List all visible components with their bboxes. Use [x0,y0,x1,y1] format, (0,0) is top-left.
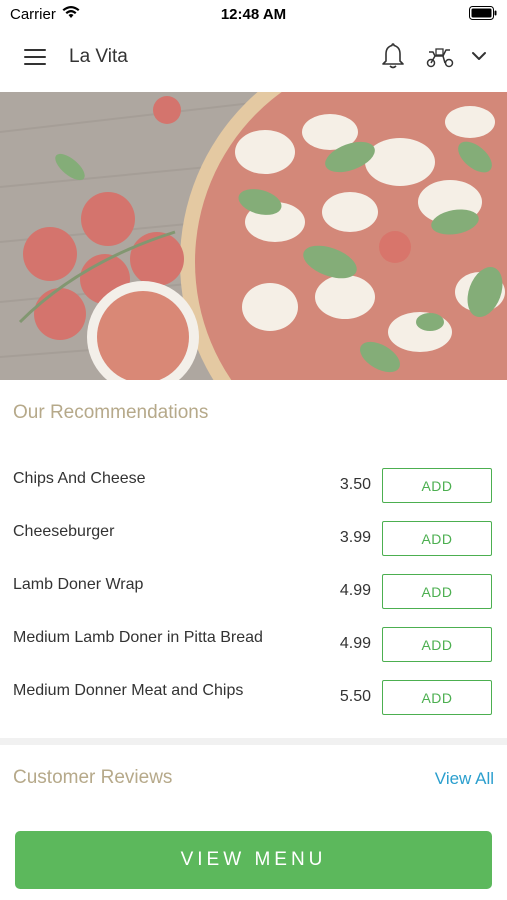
item-name: Medium Donner Meat and Chips [13,682,244,699]
app-title: La Vita [69,46,128,67]
list-item: Cheeseburger 3.99 ADD [0,515,507,568]
item-name: Cheeseburger [13,523,115,540]
item-name: Medium Lamb Doner in Pitta Bread [13,629,263,646]
scooter-icon[interactable] [425,46,455,68]
hero-image [0,92,507,380]
status-time: 12:48 AM [220,6,287,23]
add-button[interactable]: ADD [382,521,492,556]
chevron-down-icon[interactable] [471,50,487,62]
add-button[interactable]: ADD [382,574,492,609]
item-price: 5.50 [339,688,371,705]
add-button[interactable]: ADD [382,468,492,503]
battery-icon [469,6,497,20]
list-item: Medium Donner Meat and Chips 5.50 ADD [0,674,507,727]
app-bar: La Vita [0,28,507,92]
menu-icon[interactable] [24,49,46,67]
section-divider [0,738,507,745]
item-price: 3.50 [339,476,371,493]
reviews-title: Customer Reviews [13,767,173,788]
view-all-link[interactable]: View All [435,769,494,789]
add-button[interactable]: ADD [382,680,492,715]
status-bar: Carrier 12:48 AM [0,0,507,28]
item-price: 4.99 [339,582,371,599]
view-menu-button[interactable]: VIEW MENU [15,831,492,889]
pizza-illustration [0,92,507,380]
list-item: Lamb Doner Wrap 4.99 ADD [0,568,507,621]
item-price: 3.99 [339,529,371,546]
list-item: Chips And Cheese 3.50 ADD [0,462,507,515]
bell-icon[interactable] [381,42,405,70]
recommendations-title: Our Recommendations [13,402,209,423]
item-name: Lamb Doner Wrap [13,576,144,593]
item-name: Chips And Cheese [13,470,146,487]
add-button[interactable]: ADD [382,627,492,662]
recommendations-list: Chips And Cheese 3.50 ADD Cheeseburger 3… [0,462,507,727]
item-price: 4.99 [339,635,371,652]
list-item: Medium Lamb Doner in Pitta Bread 4.99 AD… [0,621,507,674]
